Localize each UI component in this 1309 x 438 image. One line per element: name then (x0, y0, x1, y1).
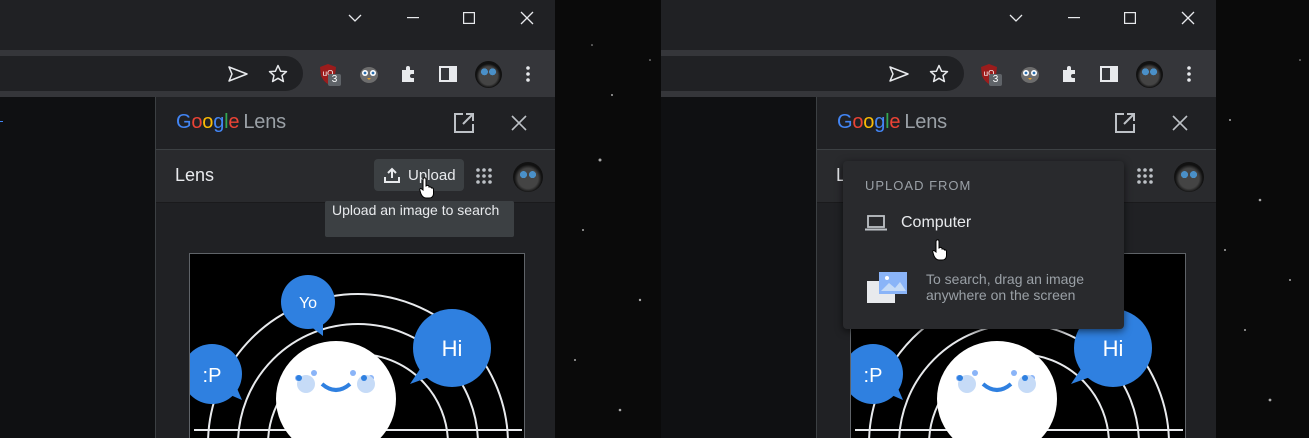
owl-icon (1021, 67, 1039, 83)
bubble-hi-text: Hi (442, 336, 463, 361)
chevron-down-icon (348, 14, 362, 22)
puzzle-icon (1063, 66, 1075, 82)
bookmark-button[interactable] (264, 60, 292, 88)
drag-image-hint: To search, drag an image anywhere on the… (865, 269, 1115, 319)
maximize-icon (463, 12, 475, 24)
menu-title: UPLOAD FROM (865, 178, 972, 193)
hand-cursor-icon (932, 239, 947, 261)
account-avatar[interactable] (513, 162, 543, 192)
extensions-button[interactable] (1055, 60, 1083, 88)
tab-search-button[interactable] (327, 0, 383, 36)
open-in-new-icon (454, 113, 474, 133)
send-icon (228, 66, 248, 82)
upload-icon (384, 167, 400, 183)
google-logo-text: Google (176, 111, 240, 133)
side-panel-icon (1100, 66, 1118, 82)
close-window-button[interactable] (1160, 0, 1216, 36)
lens-logo-suffix: Lens (243, 111, 286, 133)
maximize-icon (1124, 12, 1136, 24)
bubble-p-text: :P (203, 365, 222, 387)
close-icon (1172, 115, 1188, 131)
bubble-hi-text: Hi (1103, 336, 1124, 361)
upload-tooltip: Upload an image to search (325, 201, 514, 237)
send-icon (889, 66, 909, 82)
lens-logo-suffix: Lens (904, 111, 947, 133)
browser-window-right: uO 3 GoogleLens Lens (661, 0, 1216, 438)
side-panel-icon (439, 66, 457, 82)
ublock-extension-button[interactable]: uO 3 (975, 60, 1003, 88)
minimize-icon (1068, 17, 1080, 19)
side-panel-button[interactable] (1095, 60, 1123, 88)
minimize-button[interactable] (385, 0, 441, 36)
ublock-badge: 3 (328, 74, 341, 86)
send-tab-button[interactable] (885, 60, 913, 88)
owl-extension-button[interactable] (355, 60, 383, 88)
bookmark-button[interactable] (925, 60, 953, 88)
lens-toolbar: Lens Upload (156, 150, 555, 203)
send-tab-button[interactable] (224, 60, 252, 88)
page-content (661, 97, 816, 438)
puzzle-icon (402, 66, 414, 82)
star-icon (268, 64, 288, 83)
close-icon (1181, 11, 1195, 25)
google-lens-logo: Google Lens (176, 111, 286, 134)
star-icon (929, 64, 949, 83)
title-bar (0, 0, 555, 36)
computer-label: Computer (901, 214, 972, 231)
owl-extension-button[interactable] (1016, 60, 1044, 88)
close-icon (511, 115, 527, 131)
maximize-button[interactable] (1102, 0, 1158, 36)
lens-content: Yo Hi :P (156, 203, 555, 438)
address-bar[interactable] (661, 56, 964, 91)
upload-from-menu: UPLOAD FROM Computer To search, drag an … (843, 161, 1124, 329)
hand-cursor-icon (419, 177, 434, 199)
drag-hint-text: To search, drag an image anywhere on the… (926, 271, 1084, 303)
owl-icon (360, 67, 378, 83)
page-fragment (0, 121, 3, 122)
kebab-menu-icon (526, 66, 530, 82)
ublock-badge: 3 (989, 74, 1002, 86)
minimize-button[interactable] (1046, 0, 1102, 36)
address-bar[interactable] (0, 56, 303, 91)
bubble-yo-text: Yo (299, 295, 317, 312)
browser-window-left: uO 3 GoogleLens Lens (0, 0, 555, 438)
chrome-menu-button[interactable] (1175, 60, 1203, 88)
minimize-icon (407, 17, 419, 19)
chat-bubbles-illustration: Yo Hi :P (190, 275, 522, 438)
close-icon (520, 11, 534, 25)
open-in-new-icon (1115, 113, 1135, 133)
chevron-down-icon (1009, 14, 1023, 22)
apps-grid-icon[interactable] (475, 167, 493, 185)
tab-search-button[interactable] (988, 0, 1044, 36)
title-bar (661, 0, 1216, 36)
side-panel-button[interactable] (434, 60, 462, 88)
kebab-menu-icon (1187, 66, 1191, 82)
extensions-button[interactable] (394, 60, 422, 88)
bubble-p-text: :P (864, 365, 883, 387)
laptop-icon (865, 215, 887, 231)
lens-illustration: Yo Hi :P (189, 253, 525, 438)
open-in-new-tab-button[interactable] (450, 109, 478, 137)
close-panel-button[interactable] (505, 109, 533, 137)
drag-image-icon (867, 272, 907, 303)
profile-avatar[interactable] (475, 61, 502, 88)
chrome-menu-button[interactable] (514, 60, 542, 88)
upload-from-computer[interactable]: Computer (843, 205, 1124, 241)
page-content (0, 97, 155, 438)
maximize-button[interactable] (441, 0, 497, 36)
lens-side-panel: Google Lens Lens Upload Yo Hi:P Upload … (155, 97, 555, 438)
google-lens-logo: Google Lens (837, 111, 947, 134)
open-in-new-tab-button[interactable] (1111, 109, 1139, 137)
close-panel-button[interactable] (1166, 109, 1194, 137)
apps-grid-icon[interactable] (1136, 167, 1154, 185)
lens-panel-header: Google Lens (156, 97, 555, 150)
close-window-button[interactable] (499, 0, 555, 36)
ublock-extension-button[interactable]: uO 3 (314, 60, 342, 88)
profile-avatar[interactable] (1136, 61, 1163, 88)
account-avatar[interactable] (1174, 162, 1204, 192)
lens-title: Lens (175, 165, 215, 185)
google-logo-text: Google (837, 111, 901, 133)
lens-panel-header: Google Lens (817, 97, 1216, 150)
